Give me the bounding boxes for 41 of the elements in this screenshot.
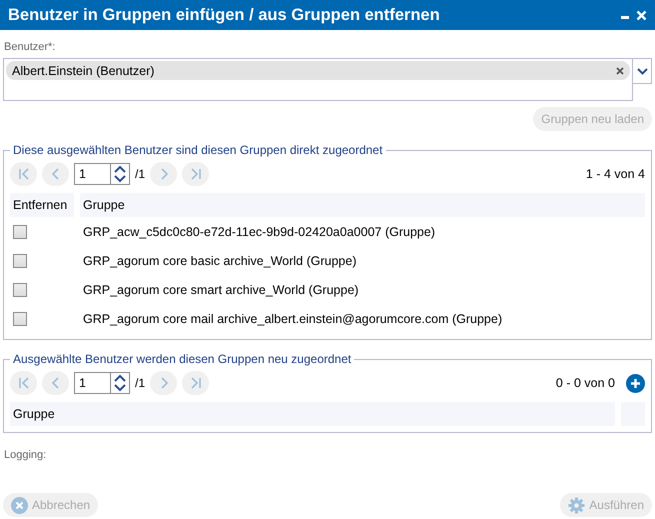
settings-icon [568, 496, 586, 514]
spinner-icon[interactable] [110, 372, 130, 394]
add-icon[interactable] [626, 374, 645, 392]
page-field[interactable]: 1 [74, 163, 110, 185]
group-cell-text: GRP_agorum core smart archive_World (Gruppe) [82, 282, 360, 299]
close-icon [11, 496, 28, 514]
next-page-button[interactable] [150, 162, 178, 186]
group-cell-text: GRP_agorum core mail archive_albert.einstein@agorumcore.com (Gruppe) [82, 310, 504, 328]
column-header: Entfernen [10, 193, 74, 217]
remove-checkbox[interactable] [13, 312, 27, 326]
panel-legend: Diese ausgewählten Benutzer sind diesen Gruppen direkt zugeordnet [10, 143, 386, 157]
remove-checkbox[interactable] [13, 282, 27, 296]
group-cell-text: GRP_acw_c5dc0c80-e72d-11ec-9b9d-02420a0a0007 (Gruppe) [82, 224, 436, 241]
next-page-button[interactable] [150, 371, 178, 395]
previous-page-button[interactable] [42, 371, 69, 395]
previous-page-button[interactable] [42, 162, 69, 186]
column-header: Gruppe [10, 402, 615, 426]
panel-legend: Ausgewählte Benutzer werden diesen Gruppen neu zugeordnet [10, 352, 354, 366]
first-page-button[interactable] [10, 371, 37, 395]
range-text: 0 - 0 von 0 [556, 376, 615, 390]
field-label: Benutzer*: [4, 41, 56, 53]
spinner-icon[interactable] [110, 163, 130, 185]
user-tag: Albert.Einstein (Benutzer) [6, 61, 630, 80]
field-label: Logging: [4, 449, 48, 463]
caret-icon [636, 68, 648, 74]
close-icon[interactable] [636, 10, 647, 20]
remove-checkbox[interactable] [13, 254, 27, 268]
page-field[interactable]: 1 [74, 372, 110, 394]
range-text: 1 - 4 von 4 [586, 167, 645, 181]
last-page-button[interactable] [182, 162, 210, 186]
last-page-button[interactable] [182, 371, 210, 395]
column-header: Gruppe [80, 193, 645, 217]
page-total: /1 [135, 376, 146, 390]
group-cell-text: GRP_agorum core basic archive_World (Gruppe) [82, 252, 358, 270]
window-title: Benutzer in Gruppen einfügen / aus Gruppen entfernen [8, 6, 441, 24]
user-field[interactable]: Albert.Einstein (Benutzer) [3, 58, 633, 101]
first-page-button[interactable] [10, 162, 37, 186]
page-total: /1 [135, 167, 146, 181]
remove-checkbox[interactable] [13, 224, 27, 238]
remove-icon[interactable] [616, 66, 624, 74]
dropdown-button[interactable] [633, 58, 652, 84]
